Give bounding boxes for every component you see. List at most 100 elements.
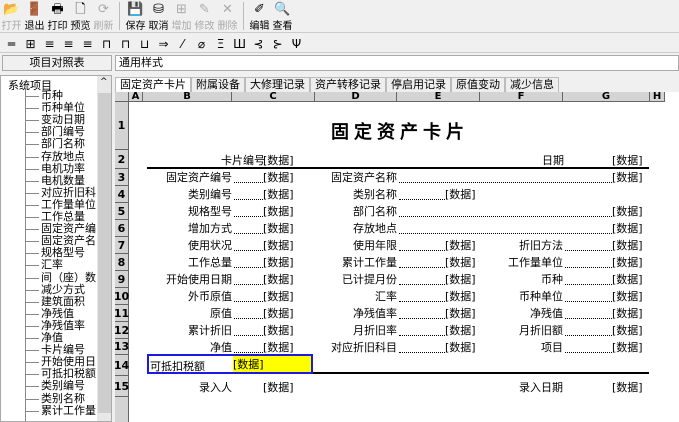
format-tool-icon[interactable]: ⊱: [270, 37, 285, 51]
field-value[interactable]: [数据]: [445, 188, 476, 202]
field-value[interactable]: [数据]: [612, 154, 643, 168]
field-value[interactable]: [数据]: [263, 222, 294, 236]
format-tool-icon[interactable]: Ψ: [289, 37, 304, 51]
field-value[interactable]: [数据]: [263, 341, 294, 355]
tree-item[interactable]: 累计工作量: [25, 404, 96, 417]
toolbar-button-cancel[interactable]: ⛁ 取消: [147, 0, 170, 32]
tree-item[interactable]: 净残值: [25, 307, 74, 320]
row-header-14[interactable]: 14: [115, 355, 129, 376]
field-value[interactable]: [数据]: [612, 324, 643, 338]
tree-item[interactable]: 汇率: [25, 259, 63, 271]
toolbar-button-exit[interactable]: 🚪 退出: [23, 0, 46, 32]
field-value[interactable]: [数据]: [263, 171, 294, 185]
field-value[interactable]: [数据]: [612, 273, 643, 287]
toolbar-button-folder-open[interactable]: 📂 打开: [0, 0, 23, 32]
field-value[interactable]: [数据]: [612, 341, 643, 355]
field-value[interactable]: [数据]: [263, 205, 294, 219]
column-header-B[interactable]: B: [143, 92, 232, 102]
tab-5[interactable]: 原值变动: [451, 77, 505, 93]
tree-item[interactable]: 间（座）数: [25, 271, 96, 284]
scroll-up-icon[interactable]: ^: [100, 77, 108, 87]
field-value[interactable]: [数据]: [612, 205, 643, 219]
tree-item[interactable]: 电机数量: [25, 174, 85, 187]
row-header-6[interactable]: 6: [115, 220, 129, 237]
field-value[interactable]: [数据]: [612, 222, 643, 236]
column-header-C[interactable]: C: [232, 92, 315, 102]
row-header-4[interactable]: 4: [115, 186, 129, 203]
field-value[interactable]: [数据]: [445, 341, 476, 355]
format-tool-icon[interactable]: ⇒: [156, 37, 171, 51]
column-header-H[interactable]: H: [650, 92, 665, 102]
field-value[interactable]: [数据]: [612, 171, 643, 185]
toolbar-button-add[interactable]: ⊞ 增加: [170, 0, 193, 32]
selected-label[interactable]: 可抵扣税额: [150, 360, 205, 374]
field-value[interactable]: [数据]: [263, 381, 294, 395]
format-tool-icon[interactable]: ≡: [80, 37, 95, 51]
column-header-F[interactable]: F: [480, 92, 563, 102]
row-header-7[interactable]: 7: [115, 237, 129, 254]
format-tool-icon[interactable]: ≡: [61, 37, 76, 51]
tree-item[interactable]: 电机功率: [25, 162, 85, 175]
row-header-8[interactable]: 8: [115, 254, 129, 271]
toolbar-button-printer[interactable]: 🖶 打印: [46, 0, 69, 32]
format-tool-icon[interactable]: ⊰: [251, 37, 266, 51]
field-value[interactable]: [数据]: [445, 324, 476, 338]
tab-0[interactable]: 固定资产卡片: [115, 77, 191, 93]
field-value[interactable]: [数据]: [263, 273, 294, 287]
column-header-A[interactable]: A: [129, 92, 143, 102]
field-value[interactable]: [数据]: [445, 239, 476, 253]
format-tool-icon[interactable]: ⌀: [194, 37, 209, 51]
tree-item[interactable]: 部门名称: [25, 138, 85, 150]
field-value[interactable]: [数据]: [612, 290, 643, 304]
format-tool-icon[interactable]: ⊔: [137, 37, 152, 51]
format-tool-icon[interactable]: ⊓: [99, 37, 114, 51]
tab-2[interactable]: 大修理记录: [245, 77, 310, 93]
toolbar-button-preview[interactable]: 🗋 预览: [69, 0, 92, 32]
field-value[interactable]: [数据]: [612, 256, 643, 270]
selected-value[interactable]: [数据]: [233, 358, 264, 372]
field-value[interactable]: [数据]: [263, 188, 294, 202]
column-header-E[interactable]: E: [397, 92, 480, 102]
field-value[interactable]: [数据]: [445, 256, 476, 270]
column-header-G[interactable]: G: [563, 92, 650, 102]
tree-item[interactable]: 类别名称: [25, 392, 85, 405]
field-value[interactable]: [数据]: [263, 256, 294, 270]
toolbar-button-delete[interactable]: ✕ 删除: [216, 0, 239, 32]
field-value[interactable]: [数据]: [445, 290, 476, 304]
field-value[interactable]: [数据]: [612, 239, 643, 253]
tab-4[interactable]: 停启用记录: [386, 77, 451, 93]
style-field[interactable]: 通用样式: [115, 55, 679, 71]
field-value[interactable]: [数据]: [445, 307, 476, 321]
field-value[interactable]: [数据]: [445, 273, 476, 287]
tree-scrollbar[interactable]: ^: [97, 76, 111, 421]
tree-item[interactable]: 对应折旧科: [25, 186, 96, 199]
scroll-thumb[interactable]: [98, 93, 111, 413]
tree-item[interactable]: 建筑面积: [25, 295, 85, 308]
row-header-10[interactable]: 10: [115, 288, 129, 305]
tree-item[interactable]: 减少方式: [25, 283, 85, 296]
corner-cell[interactable]: [115, 92, 129, 102]
tab-6[interactable]: 减少信息: [505, 77, 559, 93]
toolbar-button-save[interactable]: 💾 保存: [124, 0, 147, 32]
field-value[interactable]: [数据]: [612, 381, 643, 395]
field-value[interactable]: [数据]: [263, 290, 294, 304]
toolbar-button-refresh[interactable]: ⟳ 刷新: [92, 0, 115, 32]
format-tool-icon[interactable]: ⊞: [23, 37, 38, 51]
format-tool-icon[interactable]: ⊓: [118, 37, 133, 51]
field-value[interactable]: [数据]: [263, 307, 294, 321]
field-value[interactable]: [数据]: [612, 307, 643, 321]
format-tool-icon[interactable]: ≡: [42, 37, 57, 51]
row-header-11[interactable]: 11: [115, 305, 129, 322]
row-header-3[interactable]: 3: [115, 169, 129, 186]
tab-3[interactable]: 资产转移记录: [310, 77, 386, 93]
format-tool-icon[interactable]: ⁄: [175, 37, 190, 51]
row-header-5[interactable]: 5: [115, 203, 129, 220]
field-value[interactable]: [数据]: [263, 239, 294, 253]
tree-item[interactable]: 类别编号: [25, 380, 85, 392]
field-value[interactable]: [数据]: [263, 154, 294, 168]
row-header-13[interactable]: 13: [115, 339, 129, 355]
row-header-1[interactable]: 1: [115, 102, 129, 150]
field-value[interactable]: [数据]: [263, 324, 294, 338]
format-tool-icon[interactable]: Ξ: [213, 37, 228, 51]
toolbar-button-edit[interactable]: ✎ 修改: [193, 0, 216, 32]
